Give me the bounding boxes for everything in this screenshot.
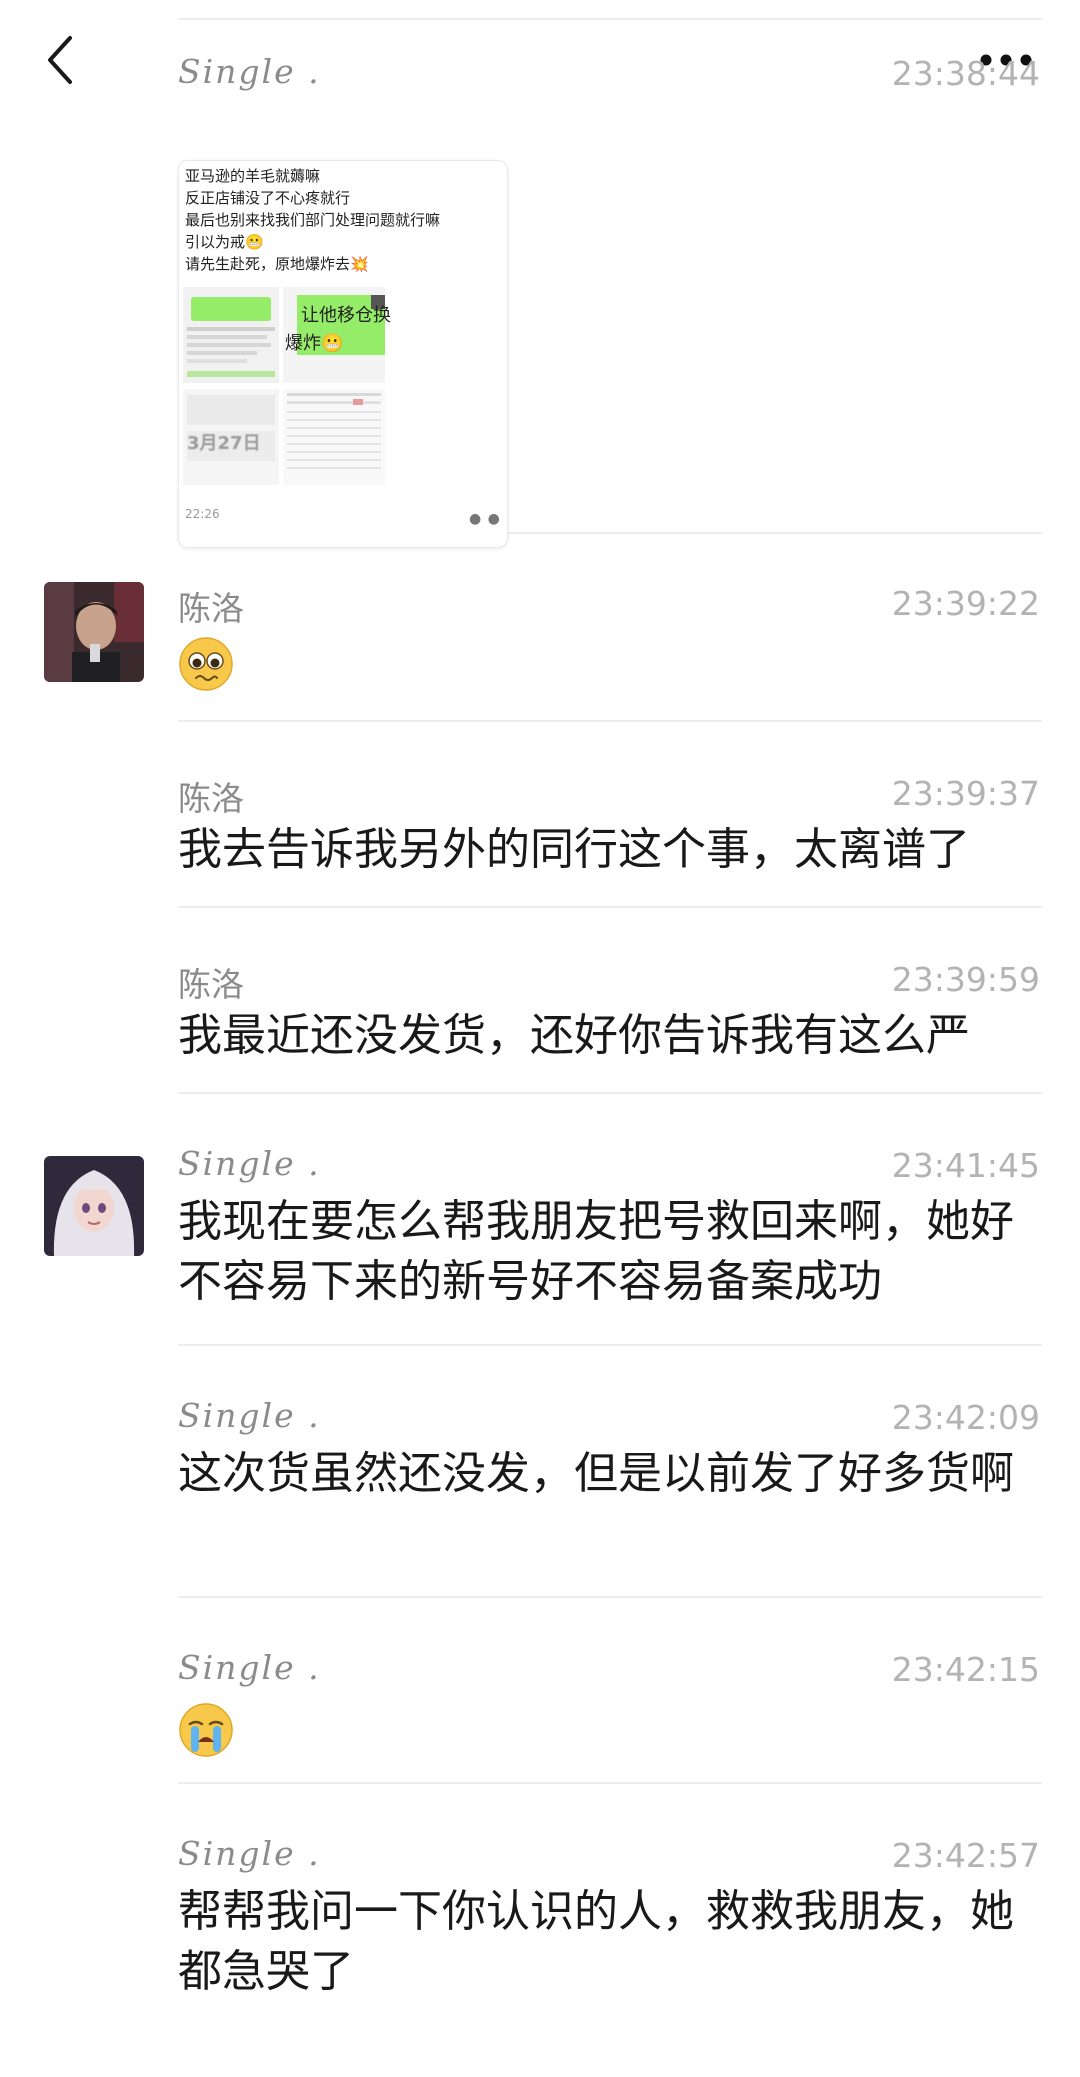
message-time: 23:38:44 (891, 54, 1040, 93)
forwarded-image-card[interactable]: 亚马逊的羊毛就薅嘛 反正店铺没了不心疼就行 最后也别来找我们部门处理问题就行嘛 … (178, 160, 508, 548)
sender-name: Single . (178, 52, 321, 91)
divider (178, 18, 1042, 20)
message-text: 我现在要怎么帮我朋友把号救回来啊，她好不容易下来的新号好不容易备案成功 (178, 1196, 1014, 1307)
crying-face-icon (178, 1702, 234, 1758)
message-text: 这次货虽然还没发，但是以前发了好多货啊 (178, 1448, 1014, 1499)
sender-name: Single . (178, 1144, 321, 1183)
message-time: 23:41:45 (891, 1146, 1040, 1185)
sender-name: Single . (178, 1648, 321, 1687)
card-text-line: 请先生赴死，原地爆炸去💥 (185, 255, 369, 273)
divider (178, 1092, 1042, 1094)
pleading-face-icon (178, 636, 234, 692)
divider (178, 906, 1042, 908)
divider (178, 1596, 1042, 1598)
avatar-anime-girl (44, 1156, 144, 1256)
message-time: 23:42:57 (891, 1836, 1040, 1875)
message-text: 帮帮我问一下你认识的人，救救我朋友，她都急哭了 (178, 1886, 1014, 1997)
table-screenshot-image (283, 389, 385, 485)
card-text-line: 引以为戒😬 (185, 233, 264, 251)
card-text-line: 亚马逊的羊毛就薅嘛 (185, 167, 321, 185)
card-time: 22:26 (185, 507, 220, 521)
sender-name: 陈洛 (178, 779, 244, 818)
divider (178, 720, 1042, 722)
avatar[interactable] (44, 1156, 144, 1256)
card-text-line: 最后也别来找我们部门处理问题就行嘛 (185, 211, 441, 229)
avatar[interactable] (44, 582, 144, 682)
avatar-photo-man (44, 582, 144, 682)
sender-name: Single . (178, 1396, 321, 1435)
back-button[interactable] (38, 30, 82, 90)
image-caption: 让他移仓换 (301, 305, 391, 326)
chevron-left-icon (48, 36, 72, 84)
message-time: 23:39:22 (891, 584, 1040, 623)
message-time: 23:42:09 (891, 1398, 1040, 1437)
sender-name: 陈洛 (178, 589, 244, 628)
sender-name: Single . (178, 1834, 321, 1873)
message-text: 我最近还没发货，还好你告诉我有这么严 (178, 1010, 970, 1061)
divider (178, 1344, 1042, 1346)
card-thumbnail: 让他移仓换 爆炸😬 (283, 287, 391, 383)
message-time: 23:39:37 (891, 774, 1040, 813)
chat-screenshot-image (183, 287, 279, 383)
divider (178, 1782, 1042, 1784)
image-caption: 爆炸😬 (285, 333, 344, 354)
message-time: 23:39:59 (891, 960, 1040, 999)
card-thumbnail: 3月27日 (183, 389, 279, 485)
message-time: 23:42:15 (891, 1650, 1040, 1689)
card-thumbnail (283, 389, 385, 485)
card-text-line: 反正店铺没了不心疼就行 (185, 189, 351, 207)
sender-name: 陈洛 (178, 965, 244, 1004)
message-text: 我去告诉我另外的同行这个事，太离谱了 (178, 824, 970, 875)
card-thumbnail (183, 287, 279, 383)
card-more-icon: ● ● (469, 511, 501, 527)
image-caption: 3月27日 (187, 433, 261, 454)
